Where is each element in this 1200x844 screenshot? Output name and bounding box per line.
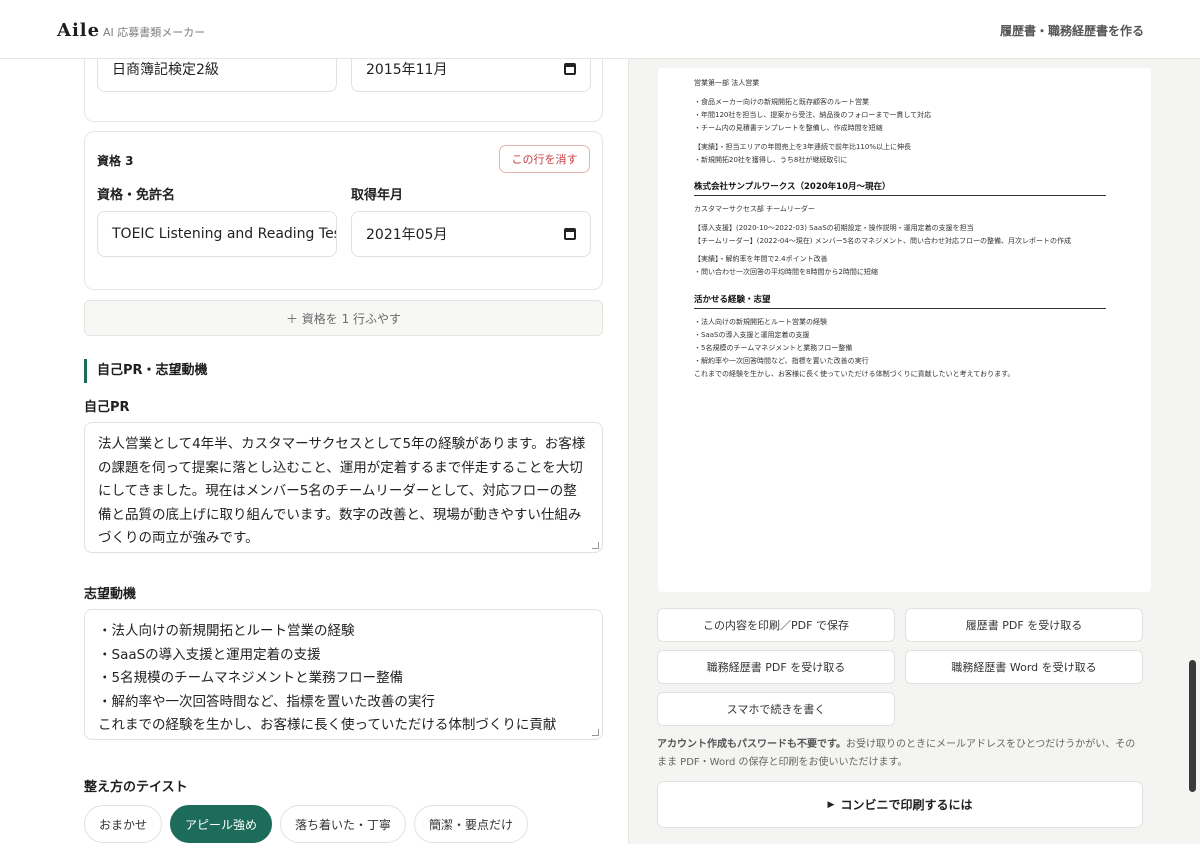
preview-line: ・新規開拓20社を獲得し、うち8社が継続取引に xyxy=(694,156,848,164)
qualification-name-label: 資格・免許名 xyxy=(97,188,176,203)
preview-line: 営業第一部 法人営業 xyxy=(694,79,760,87)
self-pr-label: 自己PR xyxy=(84,400,130,415)
qualification-date-input[interactable]: 2021年05月 xyxy=(351,211,591,257)
qualification-row-2: 日商簿記検定2級 2015年11月 xyxy=(84,59,603,122)
app-header: Aile AI 応募書類メーカー 履歴書・職務経歴書を作る xyxy=(0,0,1200,59)
preview-line: ・年間120社を担当し、提案から受注、納品後のフォローまで一貫して対応 xyxy=(694,111,932,119)
qualification-date-input[interactable]: 2015年11月 xyxy=(351,59,591,92)
convenience-label: コンビニで印刷するには xyxy=(840,798,973,812)
taste-option-auto[interactable]: おまかせ xyxy=(84,805,163,843)
taste-option-appeal[interactable]: アピール強め xyxy=(170,805,273,843)
qualification-name-input[interactable]: 日商簿記検定2級 xyxy=(97,59,337,92)
self-pr-text: 法人営業として4年半、カスタマーサクセスとして5年の経験があります。お客様の課題… xyxy=(98,436,586,546)
preview-skills-heading: 活かせる経験・志望 xyxy=(694,293,1106,309)
self-pr-textarea[interactable]: 法人営業として4年半、カスタマーサクセスとして5年の経験があります。お客様の課題… xyxy=(84,422,603,553)
delete-row-button[interactable]: この行を消す xyxy=(499,145,590,173)
preview-line: カスタマーサクセス部 チームリーダー xyxy=(694,205,815,213)
motivation-line: ・SaaSの導入支援と運用定着の支援 xyxy=(98,646,321,663)
preview-line: ・チーム内の見積書テンプレートを整備し、作成時間を短縮 xyxy=(694,124,883,132)
preview-line: ・法人向けの新規開拓とルート営業の経験 xyxy=(694,318,827,326)
motivation-line: これまでの経験を生かし、お客様に長く使っていただける体制づくりに貢献 xyxy=(98,717,557,733)
continue-on-mobile-button[interactable]: スマホで続きを書く xyxy=(657,692,895,726)
qualification-name-input[interactable]: TOEIC Listening and Reading Tes xyxy=(97,211,337,257)
taste-option-polite[interactable]: 落ち着いた・丁寧 xyxy=(280,805,407,843)
motivation-line: ・法人向けの新規開拓とルート営業の経験 xyxy=(98,623,355,639)
add-qualification-button[interactable]: ＋ 資格を 1 行ふやす xyxy=(84,300,603,336)
preview-line: これまでの経験を生かし、お客様に長く使っていただける体制づくりに貢献したいと考え… xyxy=(694,370,1015,378)
qualification-date-value: 2015年11月 xyxy=(366,62,448,78)
preview-line: 【チームリーダー】(2022-04〜現在) メンバー5名のマネジメント、問い合わ… xyxy=(694,237,1072,245)
resume-pdf-button[interactable]: 履歴書 PDF を受け取る xyxy=(905,608,1143,642)
preview-line: ・食品メーカー向けの新規開拓と既存顧客のルート営業 xyxy=(694,98,869,106)
motivation-line: ・5名規模のチームマネジメントと業務フロー整備 xyxy=(98,670,404,686)
note-bold: アカウント作成もパスワードも不要です。 xyxy=(657,739,846,750)
taste-label: 整え方のテイスト xyxy=(84,780,188,795)
preview-line: 【実績】・担当エリアの年間売上を3年連続で前年比110%以上に伸長 xyxy=(694,143,911,151)
motivation-label: 志望動機 xyxy=(84,587,137,602)
document-preview: 営業第一部 法人営業 ・食品メーカー向けの新規開拓と既存顧客のルート営業 ・年間… xyxy=(658,68,1151,592)
preview-line: 【導入支援】(2020-10〜2022-03) SaaSの初期設定・操作説明・運… xyxy=(694,224,974,232)
qualification-row-title: 資格 3 xyxy=(97,154,134,168)
logo[interactable]: Aile xyxy=(57,20,100,41)
motivation-line: ・解約率や一次回答時間など、指標を置いた改善の実行 xyxy=(98,693,435,710)
qualification-row-3: 資格 3 この行を消す 資格・免許名 取得年月 TOEIC Listening … xyxy=(84,131,603,290)
calendar-icon[interactable] xyxy=(564,228,576,240)
triangle-right-icon: ▶ xyxy=(827,799,835,810)
no-account-note: アカウント作成もパスワードも不要です。お受け取りのときにメールアドレスをひとつだ… xyxy=(657,736,1143,772)
preview-line: ・SaaSの導入支援と運用定着の支援 xyxy=(694,331,810,339)
cv-pdf-button[interactable]: 職務経歴書 PDF を受け取る xyxy=(657,650,895,684)
cv-word-button[interactable]: 職務経歴書 Word を受け取る xyxy=(905,650,1143,684)
qualification-date-label: 取得年月 xyxy=(351,188,404,203)
preview-line: ・解約率や一次回答時間など、指標を置いた改善の実行 xyxy=(694,357,869,365)
resize-handle-icon[interactable] xyxy=(592,729,599,736)
preview-line: ・問い合わせ一次回答の平均時間を8時間から2時間に短縮 xyxy=(694,268,878,276)
tagline: AI 応募書類メーカー xyxy=(103,26,206,39)
scrollbar-thumb[interactable] xyxy=(1189,660,1196,792)
preview-company-heading: 株式会社サンプルワークス（2020年10月〜現在） xyxy=(694,180,1106,196)
qualification-date-value: 2021年05月 xyxy=(366,227,448,243)
motivation-textarea[interactable]: ・法人向けの新規開拓とルート営業の経験 ・SaaSの導入支援と運用定着の支援 ・… xyxy=(84,609,603,740)
preview-line: 【実績】・解約率を年間で2.4ポイント改善 xyxy=(694,255,828,263)
calendar-icon[interactable] xyxy=(564,63,576,75)
section-title-pr: 自己PR・志望動機 xyxy=(84,359,208,383)
print-pdf-button[interactable]: この内容を印刷／PDF で保存 xyxy=(657,608,895,642)
taste-option-concise[interactable]: 簡潔・要点だけ xyxy=(414,805,529,843)
convenience-store-print-toggle[interactable]: ▶ コンビニで印刷するには xyxy=(657,781,1143,828)
preview-line: ・5名規模のチームマネジメントと業務フロー整備 xyxy=(694,344,853,352)
resize-handle-icon[interactable] xyxy=(592,542,599,549)
form-pane: 日商簿記検定2級 2015年11月 資格 3 この行を消す 資格・免許名 取得年… xyxy=(0,59,629,844)
create-documents-link[interactable]: 履歴書・職務経歴書を作る xyxy=(1000,22,1144,39)
taste-options: おまかせ アピール強め 落ち着いた・丁寧 簡潔・要点だけ xyxy=(84,805,529,843)
